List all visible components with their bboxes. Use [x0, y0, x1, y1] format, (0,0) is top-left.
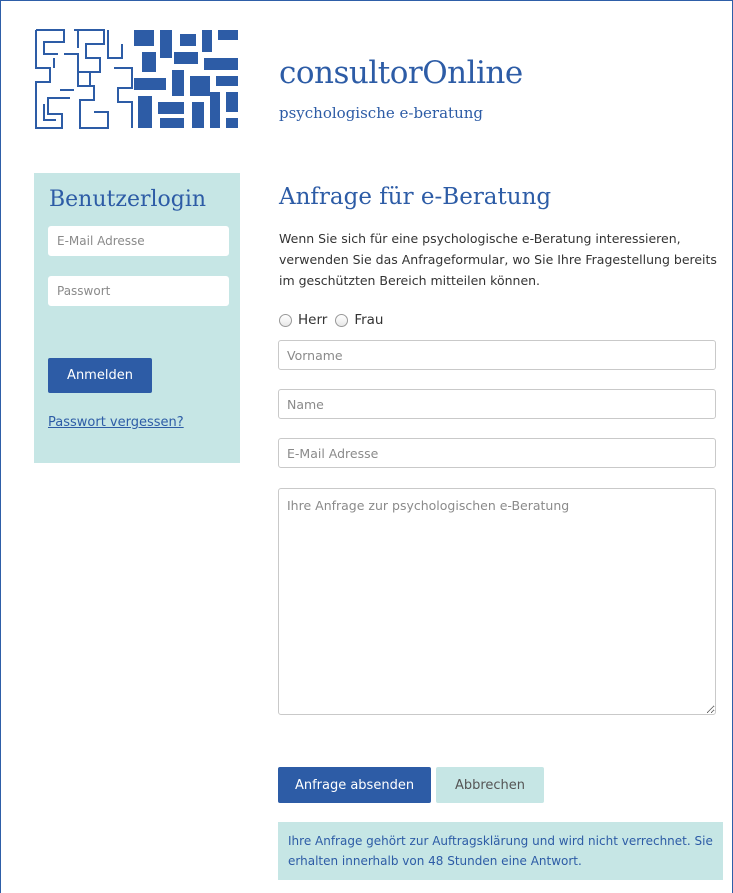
- login-button[interactable]: Anmelden: [48, 358, 152, 393]
- login-panel: Benutzerlogin Anmelden Passwort vergesse…: [34, 173, 240, 463]
- salutation-herr[interactable]: Herr: [279, 312, 327, 328]
- intro-text: Wenn Sie sich für eine psychologische e-…: [279, 231, 717, 288]
- cancel-button[interactable]: Abbrechen: [436, 767, 544, 803]
- send-request-button[interactable]: Anfrage absenden: [278, 767, 431, 803]
- email-input[interactable]: [278, 438, 716, 468]
- login-heading: Benutzerlogin: [49, 187, 207, 212]
- salutation-herr-label: Herr: [298, 312, 328, 328]
- login-email-input[interactable]: [48, 226, 229, 256]
- message-textarea[interactable]: [278, 488, 716, 715]
- salutation-frau-label: Frau: [354, 312, 384, 328]
- login-password-input[interactable]: [48, 276, 229, 306]
- info-notice: Ihre Anfrage gehört zur Auftragsklärung …: [278, 822, 723, 880]
- brand-title: consultorOnline: [279, 55, 523, 91]
- name-input[interactable]: [278, 389, 716, 419]
- brand-subtitle: psychologische e-beratung: [279, 104, 483, 122]
- firstname-input[interactable]: [278, 340, 716, 370]
- salutation-group: Herr Frau: [279, 312, 392, 328]
- radio-herr[interactable]: [279, 313, 292, 327]
- page-title: Anfrage für e-Beratung: [279, 184, 552, 210]
- maze-logo: [35, 29, 238, 129]
- forgot-password-link[interactable]: Passwort vergessen?: [48, 415, 184, 430]
- radio-frau[interactable]: [335, 313, 349, 327]
- salutation-frau[interactable]: Frau: [335, 312, 384, 328]
